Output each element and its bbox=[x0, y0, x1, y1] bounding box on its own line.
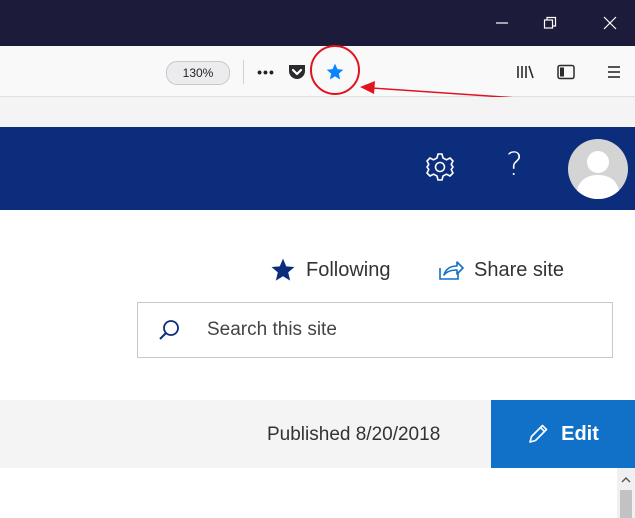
page-scrollbar[interactable] bbox=[617, 468, 635, 518]
follow-label: Following bbox=[306, 258, 391, 281]
share-label: Share site bbox=[474, 258, 565, 281]
suite-bar: ? bbox=[0, 127, 635, 210]
search-site-input[interactable]: Search this site bbox=[137, 302, 613, 358]
page-top-strip bbox=[0, 97, 635, 127]
star-filled-icon bbox=[271, 258, 295, 281]
scroll-up-arrow-icon[interactable] bbox=[621, 476, 631, 484]
settings-gear-icon bbox=[426, 153, 454, 181]
edit-label: Edit bbox=[561, 422, 599, 445]
search-placeholder: Search this site bbox=[207, 319, 337, 340]
search-icon bbox=[159, 320, 179, 340]
follow-button[interactable]: Following bbox=[270, 255, 390, 285]
command-bar: Published 8/20/2018 Edit bbox=[0, 400, 635, 468]
share-site-button[interactable]: Share site bbox=[438, 255, 564, 285]
person-icon bbox=[576, 151, 620, 199]
settings-button[interactable] bbox=[425, 152, 455, 187]
share-icon bbox=[439, 261, 464, 280]
pencil-icon bbox=[529, 424, 548, 443]
user-avatar[interactable] bbox=[568, 139, 628, 199]
edit-button[interactable]: Edit bbox=[491, 400, 635, 468]
published-status: Published 8/20/2018 bbox=[267, 424, 441, 445]
help-icon[interactable]: ? bbox=[506, 145, 523, 183]
scrollbar-thumb[interactable] bbox=[620, 490, 632, 518]
